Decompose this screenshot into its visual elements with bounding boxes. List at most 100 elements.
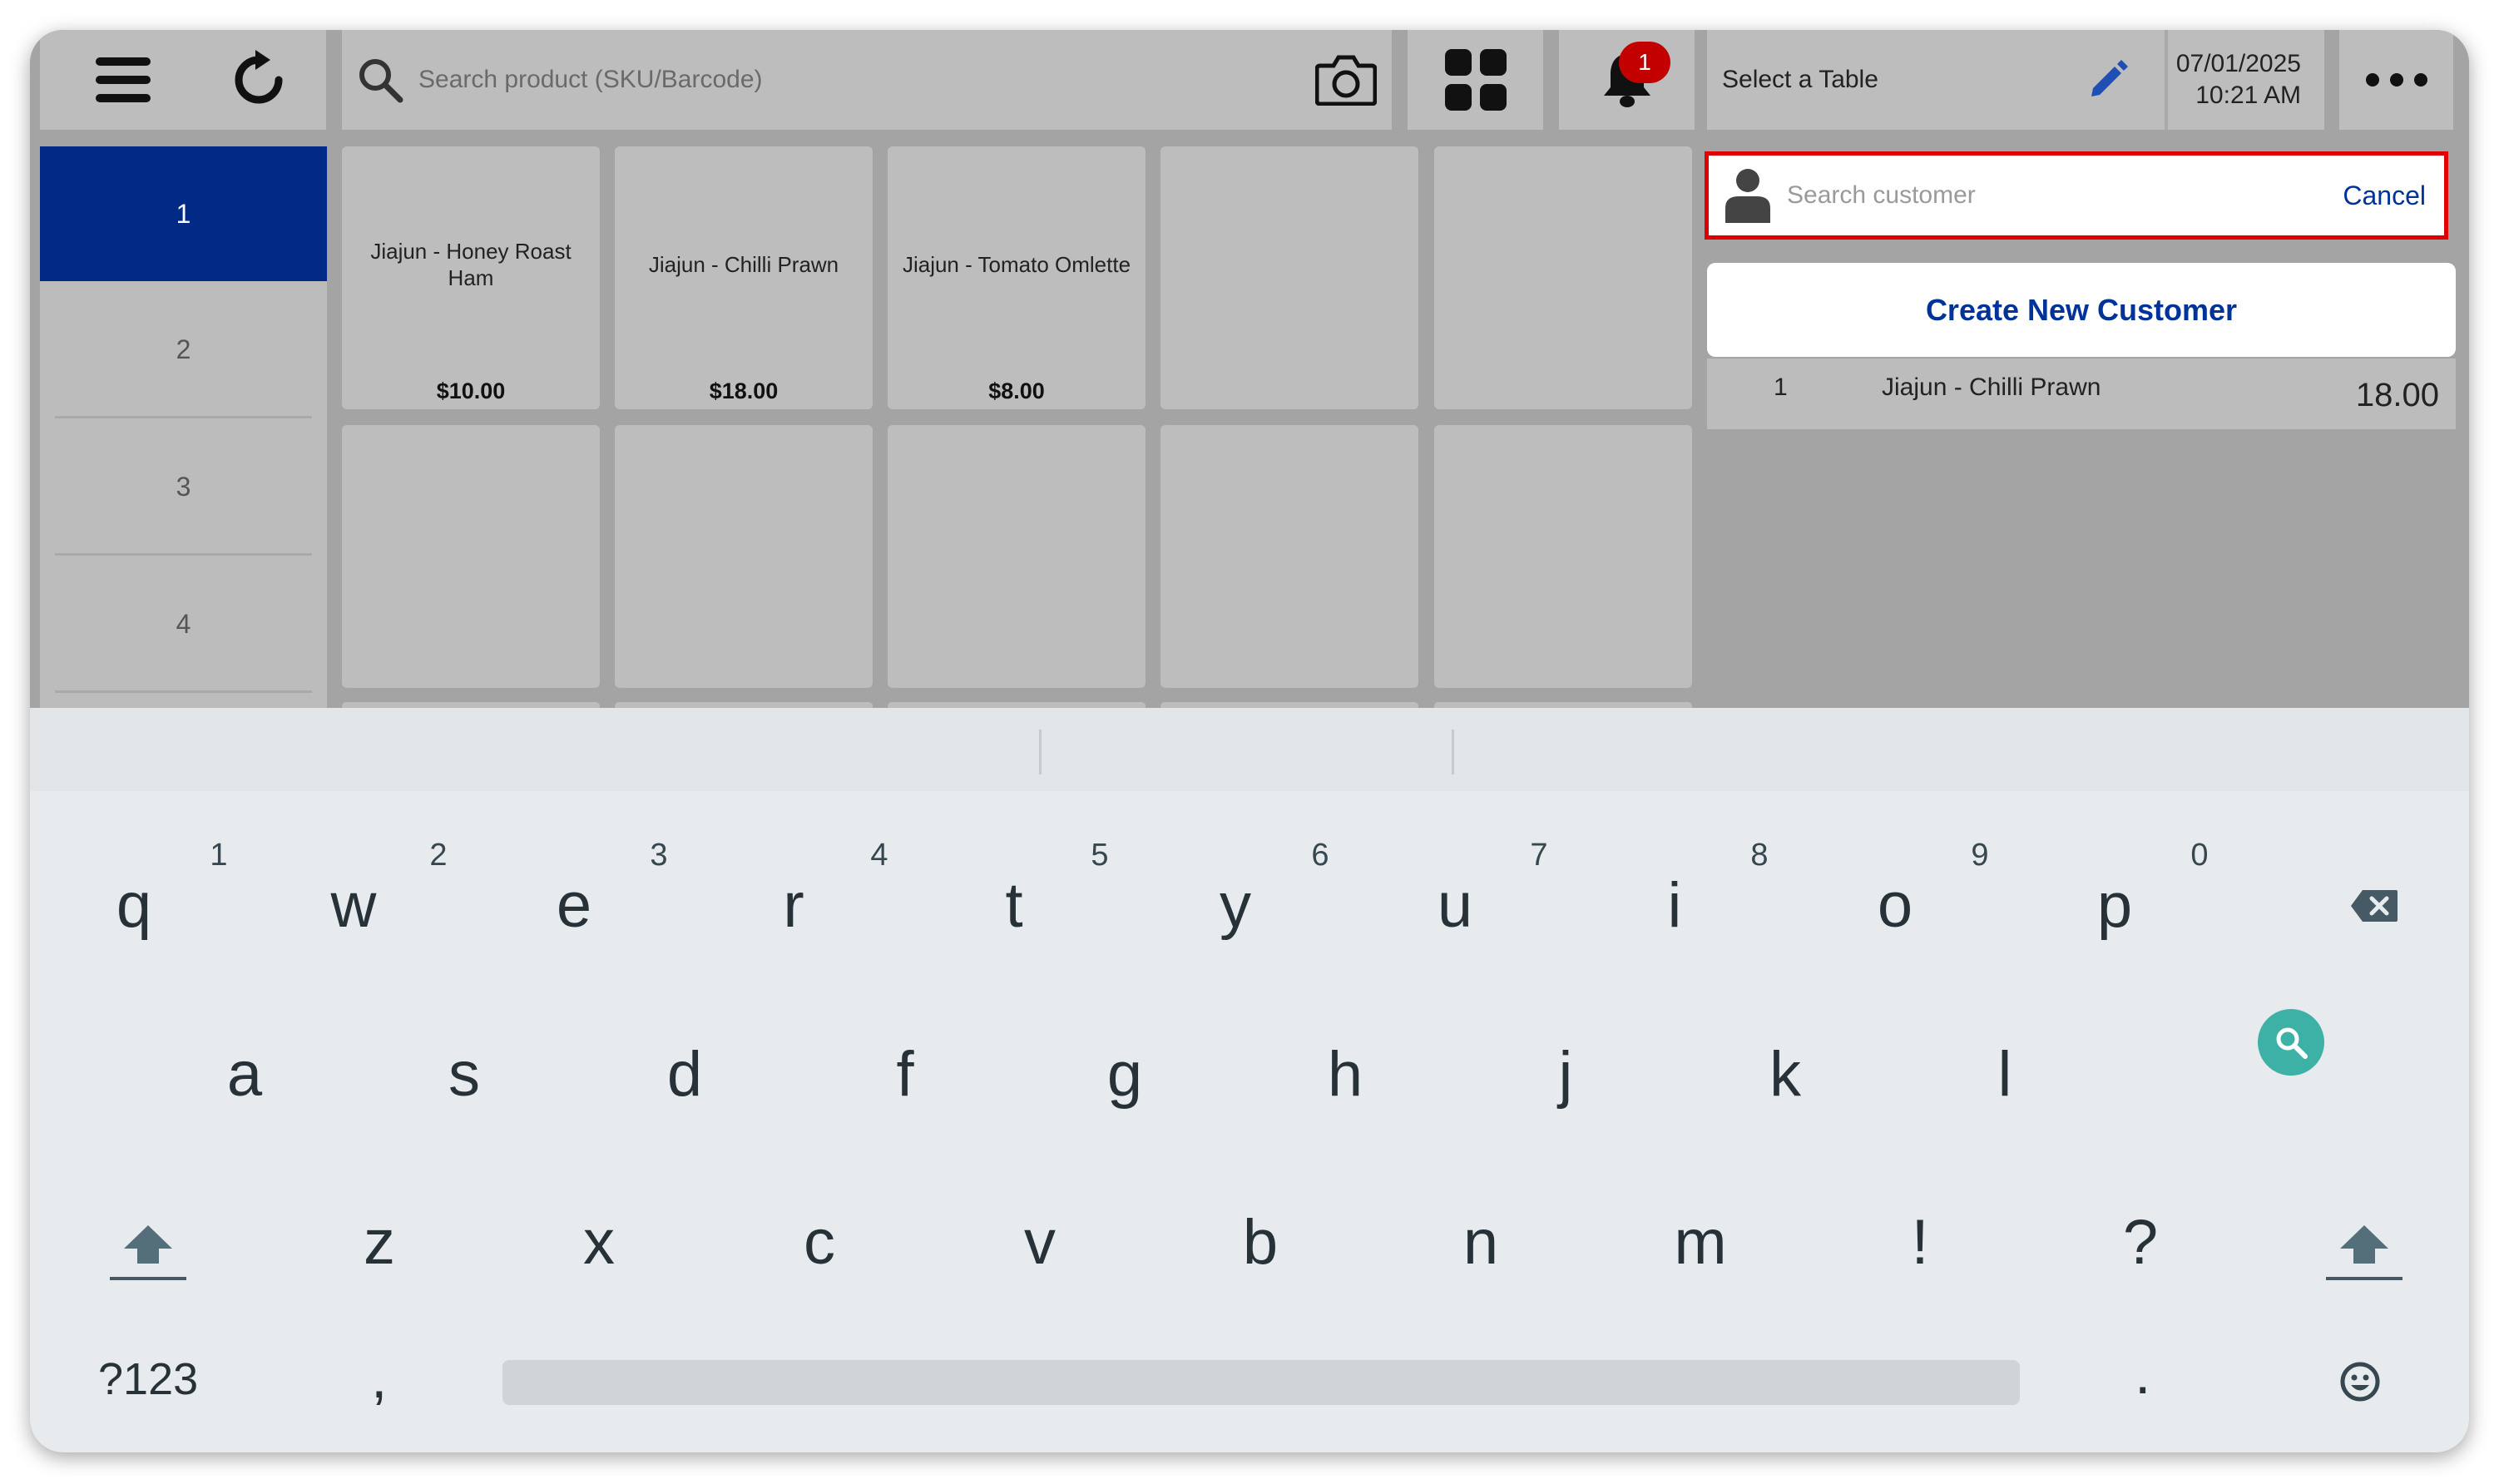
customer-search-input[interactable] xyxy=(1785,181,2343,210)
order-item-name: Jiajun - Chilli Prawn xyxy=(1882,373,2101,401)
order-item-qty: 1 xyxy=(1774,373,1788,401)
refresh-icon xyxy=(235,50,282,104)
category-sidebar: 1 2 3 4 xyxy=(40,146,327,708)
product-name: Jiajun - Tomato Omlette xyxy=(902,252,1131,277)
suggestion-divider xyxy=(1452,730,1454,774)
key-hint: 3 xyxy=(650,838,668,873)
key-p[interactable]: p xyxy=(2097,874,2132,937)
device-screen: Search product (SKU/Barcode) 1 Select a … xyxy=(30,30,2469,1452)
grid-icon xyxy=(1444,49,1507,111)
key-comma[interactable]: , xyxy=(371,1348,387,1407)
key-e[interactable]: e xyxy=(557,874,591,937)
product-tile[interactable]: Jiajun - Honey Roast Ham $10.00 xyxy=(342,146,600,409)
key-m[interactable]: m xyxy=(1674,1211,1726,1274)
product-search-bar[interactable]: Search product (SKU/Barcode) xyxy=(342,30,1392,130)
hamburger-menu-icon xyxy=(96,57,151,102)
key-u[interactable]: u xyxy=(1438,874,1472,937)
grid-view-button[interactable] xyxy=(1408,30,1543,130)
table-selector[interactable]: Select a Table xyxy=(1707,30,2170,130)
key-g[interactable]: g xyxy=(1107,1043,1142,1106)
emoji-icon[interactable] xyxy=(2339,1361,2381,1402)
date-text: 07/01/2025 xyxy=(2175,50,2301,77)
key-f[interactable]: f xyxy=(896,1043,913,1106)
spacebar[interactable] xyxy=(502,1360,2020,1405)
empty-product-slot xyxy=(1160,425,1418,688)
key-a[interactable]: a xyxy=(227,1043,262,1106)
product-tile[interactable]: Jiajun - Tomato Omlette $8.00 xyxy=(888,146,1146,409)
notifications-button[interactable]: 1 xyxy=(1559,30,1695,130)
key-h[interactable]: h xyxy=(1328,1043,1363,1106)
key-v[interactable]: v xyxy=(1024,1211,1056,1274)
more-dots-icon xyxy=(2365,73,2427,87)
key-l[interactable]: l xyxy=(1998,1043,2012,1106)
key-hint: 0 xyxy=(2190,838,2209,873)
camera-icon[interactable] xyxy=(1315,54,1377,106)
search-icon xyxy=(359,59,403,103)
time-text: 10:21 AM xyxy=(2195,82,2301,109)
key-question[interactable]: ? xyxy=(2123,1211,2158,1274)
on-screen-keyboard xyxy=(30,708,2469,1452)
empty-product-slot xyxy=(888,425,1146,688)
key-hint: 8 xyxy=(1750,838,1769,873)
key-hint: 4 xyxy=(870,838,888,873)
menu-button[interactable] xyxy=(40,30,206,130)
key-period[interactable]: . xyxy=(2135,1344,2150,1402)
key-hint: 9 xyxy=(1971,838,1989,873)
category-item[interactable]: 1 xyxy=(40,146,327,281)
backspace-icon[interactable] xyxy=(2349,888,2399,923)
shift-icon[interactable] xyxy=(2340,1225,2388,1264)
empty-product-slot xyxy=(1434,425,1692,688)
person-icon xyxy=(1725,169,1770,223)
key-k[interactable]: k xyxy=(1769,1043,1801,1106)
key-exclamation[interactable]: ! xyxy=(1911,1211,1928,1274)
order-line-item[interactable]: 1 Jiajun - Chilli Prawn 18.00 xyxy=(1707,359,2456,429)
key-c[interactable]: c xyxy=(804,1211,835,1274)
key-hint: 7 xyxy=(1530,838,1548,873)
product-price: $8.00 xyxy=(988,378,1045,403)
table-selector-label: Select a Table xyxy=(1722,66,1878,93)
key-z[interactable]: z xyxy=(364,1211,395,1274)
pencil-icon[interactable] xyxy=(2088,60,2128,100)
key-hint: 2 xyxy=(429,838,448,873)
key-s[interactable]: s xyxy=(448,1043,480,1106)
product-name: Jiajun - Chilli Prawn xyxy=(648,252,839,277)
category-item[interactable]: 4 xyxy=(40,556,327,693)
shift-indicator xyxy=(110,1277,186,1280)
key-n[interactable]: n xyxy=(1463,1211,1498,1274)
key-q[interactable]: q xyxy=(116,874,151,937)
key-r[interactable]: r xyxy=(783,874,804,937)
keyboard-search-key[interactable] xyxy=(2258,1009,2324,1076)
key-y[interactable]: y xyxy=(1220,874,1251,937)
key-hint: 6 xyxy=(1311,838,1329,873)
product-tile[interactable]: Jiajun - Chilli Prawn $18.00 xyxy=(615,146,873,409)
refresh-button[interactable] xyxy=(191,30,326,130)
suggestion-divider xyxy=(1039,730,1042,774)
shift-icon[interactable] xyxy=(124,1225,172,1264)
key-hint: 5 xyxy=(1091,838,1109,873)
category-item[interactable]: 2 xyxy=(40,281,327,418)
suggestion-bar xyxy=(30,708,2469,791)
notification-badge: 1 xyxy=(1619,42,1670,83)
category-item[interactable]: 3 xyxy=(40,418,327,556)
key-w[interactable]: w xyxy=(331,874,377,937)
symbols-key[interactable]: ?123 xyxy=(98,1357,198,1402)
empty-product-slot xyxy=(1160,146,1418,409)
customer-search-box: Cancel xyxy=(1705,151,2448,240)
datetime-display: 07/01/2025 10:21 AM xyxy=(2165,30,2324,130)
product-search-placeholder: Search product (SKU/Barcode) xyxy=(418,66,763,93)
create-new-customer-button[interactable]: Create New Customer xyxy=(1707,263,2456,357)
product-price: $18.00 xyxy=(709,378,779,403)
empty-product-slot xyxy=(1434,146,1692,409)
key-i[interactable]: i xyxy=(1668,874,1682,937)
key-o[interactable]: o xyxy=(1878,874,1913,937)
key-d[interactable]: d xyxy=(667,1043,702,1106)
key-x[interactable]: x xyxy=(583,1211,615,1274)
key-hint: 1 xyxy=(210,838,228,873)
order-item-amount: 18.00 xyxy=(2355,377,2439,413)
key-t[interactable]: t xyxy=(1005,874,1022,937)
cancel-button[interactable]: Cancel xyxy=(2343,181,2426,211)
key-b[interactable]: b xyxy=(1243,1211,1278,1274)
search-icon xyxy=(2276,1027,2308,1059)
key-j[interactable]: j xyxy=(1559,1043,1573,1106)
more-options-button[interactable] xyxy=(2339,30,2453,130)
